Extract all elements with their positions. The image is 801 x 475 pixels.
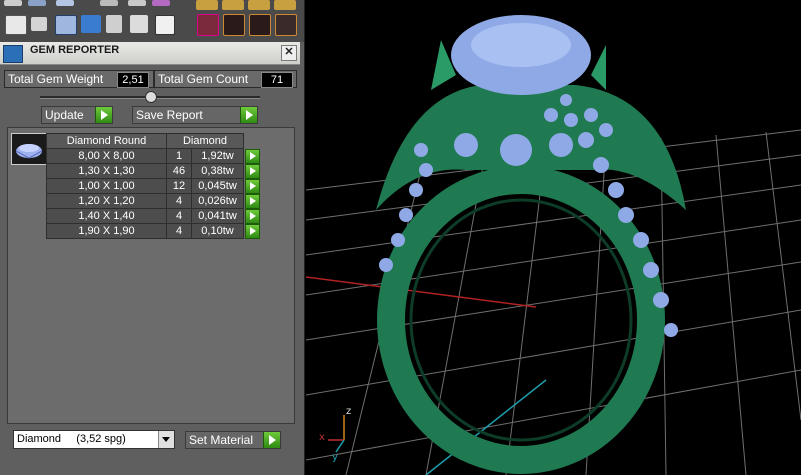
toolbar-icon-9[interactable]: [248, 0, 270, 10]
update-play-icon: [95, 107, 112, 123]
cell-weight: 0,041tw: [191, 208, 244, 224]
column-header-shape: Diamond Round: [46, 133, 167, 149]
row-play-icon[interactable]: [245, 148, 260, 164]
cell-weight: 0,38tw: [191, 163, 244, 179]
gem-tool-icon-4[interactable]: [275, 14, 297, 36]
x-axis-line: [306, 276, 537, 308]
grid-layout-icon[interactable]: [5, 15, 27, 35]
toolbar-icon-6[interactable]: [152, 0, 170, 6]
row-play-icon[interactable]: [245, 178, 260, 194]
table-row: 1,40 X 1,40 4 0,041tw: [46, 208, 261, 224]
set-material-button-label: Set Material: [189, 433, 254, 447]
panel-title-bar: GEM REPORTER ✕: [0, 42, 300, 65]
gem-reporter-logo-icon: [3, 45, 23, 63]
axis-y-label: y: [332, 452, 338, 463]
cell-size: 1,00 X 1,00: [46, 178, 167, 194]
gem-thumbnail[interactable]: [11, 133, 47, 165]
gem-tool-icon-1[interactable]: [197, 14, 219, 36]
report-icon[interactable]: [155, 15, 175, 35]
gem-table-area: Diamond Round Diamond 8,00 X 8,00 1 1,92…: [7, 127, 295, 424]
cell-count: 12: [166, 178, 192, 194]
table-row: 1,90 X 1,90 4 0,10tw: [46, 223, 261, 239]
filter-icon[interactable]: [106, 15, 122, 33]
chevron-down-icon[interactable]: [158, 431, 174, 448]
cell-weight: 1,92tw: [191, 148, 244, 164]
total-count-value: 71: [261, 72, 293, 88]
save-report-play-icon: [240, 107, 257, 123]
total-weight-value: 2,51: [117, 72, 149, 88]
set-material-button[interactable]: Set Material: [185, 431, 281, 449]
cell-size: 8,00 X 8,00: [46, 148, 167, 164]
cube-icon[interactable]: [55, 15, 77, 35]
slider-knob[interactable]: [145, 91, 157, 103]
select-tool-icon[interactable]: [130, 15, 148, 33]
table-row: 1,20 X 1,20 4 0,026tw: [46, 193, 261, 209]
update-button[interactable]: Update: [41, 106, 113, 124]
toolbar-icon-2[interactable]: [28, 0, 46, 6]
cell-size: 1,20 X 1,20: [46, 193, 167, 209]
cell-weight: 0,026tw: [191, 193, 244, 209]
save-report-button[interactable]: Save Report: [132, 106, 258, 124]
diamond-gem-icon: [15, 144, 43, 159]
gem-tool-icon-3[interactable]: [249, 14, 271, 36]
cell-size: 1,90 X 1,90: [46, 223, 167, 239]
cell-count: 1: [166, 148, 192, 164]
set-material-play-icon: [263, 432, 280, 448]
toolbar-icon-5[interactable]: [128, 0, 146, 6]
row-play-icon[interactable]: [245, 163, 260, 179]
toolbar-icon-1[interactable]: [4, 0, 22, 6]
cell-size: 1,30 X 1,30: [46, 163, 167, 179]
cell-count: 4: [166, 193, 192, 209]
axis-z-label: z: [346, 406, 351, 417]
row-play-icon[interactable]: [245, 208, 260, 224]
cell-count: 4: [166, 223, 192, 239]
monitor-icon[interactable]: [31, 17, 47, 31]
total-count-label: Total Gem Count: [158, 72, 249, 86]
ring-model[interactable]: [376, 15, 686, 474]
total-weight-label: Total Gem Weight: [8, 72, 104, 86]
gem-reporter-panel: GEM REPORTER ✕ Total Gem Weight 2,51 Tot…: [0, 0, 305, 475]
viewport-canvas: z x y: [306, 15, 801, 475]
axis-x-label: x: [319, 432, 325, 443]
row-play-icon[interactable]: [245, 193, 260, 209]
material-select[interactable]: Diamond (3,52 spg): [13, 430, 175, 449]
panel-title: GEM REPORTER: [30, 44, 120, 56]
update-button-label: Update: [45, 108, 84, 122]
book-icon[interactable]: [81, 15, 101, 33]
cell-weight: 0,045tw: [191, 178, 244, 194]
cell-size: 1,40 X 1,40: [46, 208, 167, 224]
toolbar-icon-4[interactable]: [100, 0, 118, 6]
toolbar-icon-10[interactable]: [274, 0, 296, 10]
save-report-button-label: Save Report: [136, 108, 203, 122]
material-select-value: Diamond (3,52 spg): [17, 433, 126, 445]
cell-count: 4: [166, 208, 192, 224]
cell-weight: 0,10tw: [191, 223, 244, 239]
axis-triad: z x y: [319, 406, 351, 463]
table-row: 1,00 X 1,00 12 0,045tw: [46, 178, 261, 194]
column-header-material: Diamond: [166, 133, 244, 149]
toolbar-icon-7[interactable]: [196, 0, 218, 10]
gem-tool-icon-2[interactable]: [223, 14, 245, 36]
toolbar-icon-3[interactable]: [56, 0, 74, 6]
toolbar: [0, 0, 304, 42]
row-play-icon[interactable]: [245, 223, 260, 239]
close-button[interactable]: ✕: [281, 45, 297, 61]
table-row: 8,00 X 8,00 1 1,92tw: [46, 148, 261, 164]
gem-table: Diamond Round Diamond 8,00 X 8,00 1 1,92…: [46, 133, 261, 239]
cell-count: 46: [166, 163, 192, 179]
table-row: 1,30 X 1,30 46 0,38tw: [46, 163, 261, 179]
toolbar-icon-8[interactable]: [222, 0, 244, 10]
3d-viewport[interactable]: z x y: [306, 0, 801, 475]
